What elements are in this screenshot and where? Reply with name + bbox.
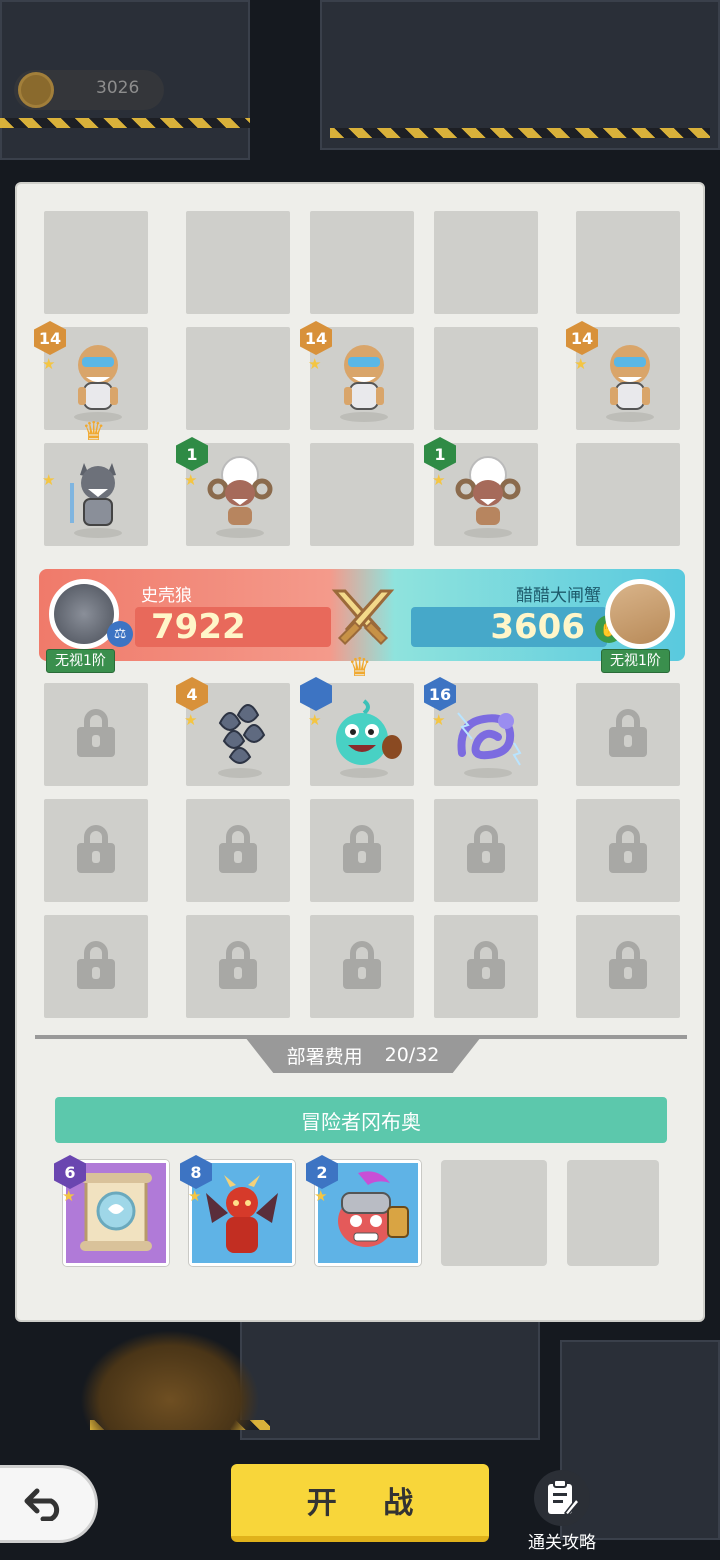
tiger-robot-icon [324, 337, 404, 423]
deploy-cost-value: 20/32 [384, 1044, 440, 1066]
player-locked-slot[interactable] [186, 915, 290, 1018]
tiger-robot-icon [590, 337, 670, 423]
enemy-empty-slot[interactable] [310, 443, 414, 546]
right-player-name: 醋醋大闸蟹 [516, 586, 601, 606]
star-icon: ★ [308, 711, 322, 729]
werewolf-icon [58, 453, 138, 539]
coin-counter: 3026 [14, 70, 164, 110]
star-icon: ★ [314, 1187, 328, 1205]
player-unit-slot[interactable]: 16 ★ [424, 677, 538, 786]
enemy-empty-slot[interactable] [186, 211, 290, 314]
lock-icon [219, 941, 257, 989]
right-ignore-tag: 无视1阶 [601, 649, 670, 673]
background-crate [240, 1320, 540, 1440]
clear-guide-button[interactable]: 通关攻略 [512, 1470, 612, 1553]
lock-icon [609, 825, 647, 873]
right-power-score: 3606 [411, 607, 607, 647]
crown-icon: ♛ [348, 653, 372, 683]
deploy-cost-label: 部署费用 [286, 1045, 363, 1068]
enemy-empty-slot[interactable] [44, 211, 148, 314]
player-locked-slot[interactable] [434, 799, 538, 902]
player-locked-slot[interactable] [44, 915, 148, 1018]
lock-icon [609, 941, 647, 989]
enemy-unit-slot[interactable]: 1 ★ [176, 437, 290, 546]
lock-icon [77, 825, 115, 873]
player-unit-slot[interactable]: ★ ♛ [300, 653, 414, 786]
player-locked-slot[interactable] [186, 799, 290, 902]
crossed-swords-icon [331, 589, 395, 646]
enemy-unit-slot[interactable]: 14 ★ [34, 321, 148, 430]
player-locked-slot[interactable] [44, 683, 148, 786]
lock-icon [343, 825, 381, 873]
enemy-empty-slot[interactable] [434, 327, 538, 430]
player-unit-slot[interactable]: 4 ★ [176, 677, 290, 786]
star-icon: ★ [308, 355, 322, 373]
enemy-unit-slot[interactable]: 1 ★ [424, 437, 538, 546]
back-arrow-icon [24, 1488, 60, 1521]
back-button[interactable] [0, 1465, 98, 1543]
star-icon: ★ [42, 471, 56, 489]
clipboard-icon [534, 1470, 590, 1526]
hero-name-bar[interactable]: 冒险者冈布奥 [55, 1097, 667, 1143]
sheep-monster-icon [200, 453, 280, 539]
formation-panel: 14 ★ 14 ★ 14 ★ ★ ♛ 1 ★ 1 ★ ⚖ 史壳狼 7922 无视1阶 醋醋大闸蟹 36… [15, 182, 705, 1322]
left-power-score: 7922 [135, 607, 331, 647]
star-icon: ★ [62, 1187, 76, 1205]
fish-hero-icon [324, 693, 404, 779]
star-icon: ★ [432, 711, 446, 729]
hazard-stripe [330, 128, 710, 138]
star-icon: ★ [574, 355, 588, 373]
star-icon: ★ [188, 1187, 202, 1205]
versus-bar: ⚖ 史壳狼 7922 无视1阶 醋醋大闸蟹 3606 ✋ 无视1阶 [39, 569, 685, 673]
hero-card[interactable]: 2 ★ [306, 1155, 421, 1266]
start-battle-button[interactable]: 开 战 [231, 1464, 489, 1542]
coin-icon [18, 72, 54, 108]
empty-card-slot[interactable] [567, 1160, 659, 1266]
player-locked-slot[interactable] [576, 683, 680, 786]
clear-guide-label: 通关攻略 [528, 1533, 596, 1553]
left-ignore-tag: 无视1阶 [46, 649, 115, 673]
player-locked-slot[interactable] [310, 799, 414, 902]
left-player-name: 史壳狼 [141, 586, 192, 606]
empty-card-slot[interactable] [441, 1160, 547, 1266]
lock-icon [219, 825, 257, 873]
player-locked-slot[interactable] [576, 799, 680, 902]
hero-card[interactable]: 8 ★ [180, 1155, 295, 1266]
star-icon: ★ [184, 711, 198, 729]
player-locked-slot[interactable] [44, 799, 148, 902]
right-player-avatar[interactable] [605, 579, 675, 649]
enemy-unit-slot[interactable]: 14 ★ [300, 321, 414, 430]
thunder-dragon-icon [448, 693, 528, 779]
enemy-empty-slot[interactable] [186, 327, 290, 430]
enemy-empty-slot[interactable] [576, 211, 680, 314]
sheep-monster-icon [448, 453, 528, 539]
lock-icon [467, 825, 505, 873]
lock-icon [609, 709, 647, 757]
hero-card[interactable]: 6 ★ [54, 1155, 169, 1266]
star-icon: ★ [432, 471, 446, 489]
coin-pile-decoration [80, 1330, 260, 1430]
lock-icon [77, 941, 115, 989]
player-locked-slot[interactable] [310, 915, 414, 1018]
crown-icon: ♛ [82, 417, 106, 447]
deploy-cost: 部署费用 20/32 [245, 1037, 481, 1073]
player-locked-slot[interactable] [434, 915, 538, 1018]
enemy-empty-slot[interactable] [310, 211, 414, 314]
hazard-stripe [0, 118, 250, 128]
enemy-unit-slot[interactable]: 14 ★ [566, 321, 680, 430]
lock-icon [77, 709, 115, 757]
tiger-robot-icon [58, 337, 138, 423]
star-icon: ★ [184, 471, 198, 489]
star-icon: ★ [42, 355, 56, 373]
player-locked-slot[interactable] [576, 915, 680, 1018]
lock-icon [467, 941, 505, 989]
lock-icon [343, 941, 381, 989]
enemy-empty-slot[interactable] [434, 211, 538, 314]
scale-armor-icon [200, 693, 280, 779]
enemy-empty-slot[interactable] [576, 443, 680, 546]
balance-icon: ⚖ [107, 621, 133, 647]
coin-amount: 3026 [96, 78, 140, 98]
enemy-unit-slot[interactable]: ★ ♛ [42, 417, 148, 546]
